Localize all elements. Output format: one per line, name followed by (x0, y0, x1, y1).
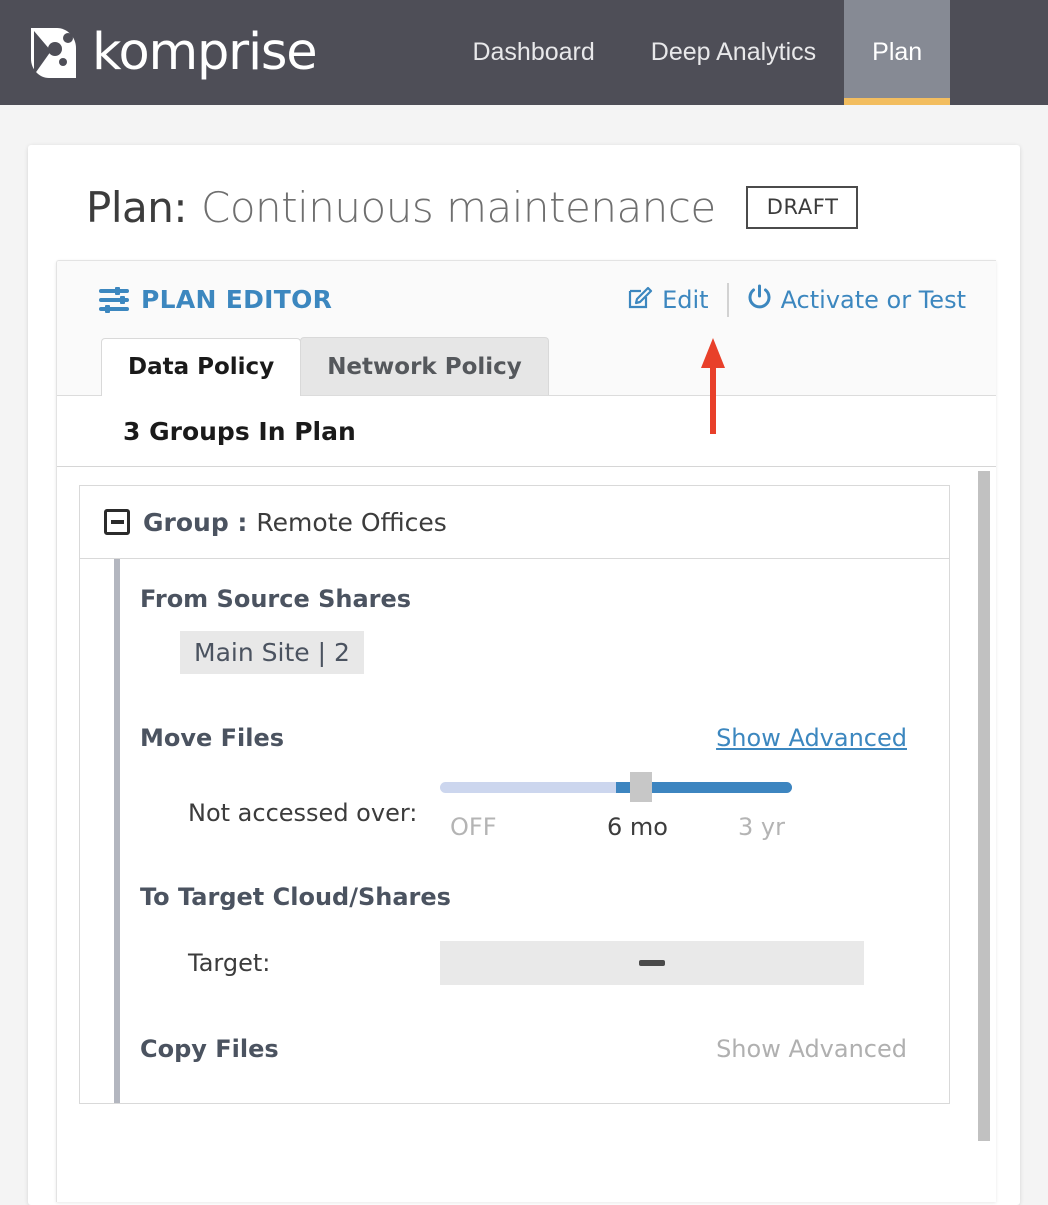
groups-count-label: 3 Groups In Plan (123, 416, 356, 446)
pencil-square-icon (628, 284, 653, 315)
nav-item-dashboard[interactable]: Dashboard (444, 0, 622, 105)
source-share-chip[interactable]: Main Site | 2 (180, 631, 364, 674)
slider-tick-value: 6 mo (607, 813, 668, 841)
nav-item-plan-label: Plan (872, 38, 923, 66)
groups-count-row: 3 Groups In Plan (57, 396, 996, 467)
section-source-shares: From Source Shares Main Site | 2 (80, 559, 949, 698)
group-name: Remote Offices (256, 507, 447, 537)
tab-network-policy[interactable]: Network Policy (300, 337, 549, 395)
nav-item-plan[interactable]: Plan (844, 0, 951, 105)
minus-square-icon[interactable] (104, 509, 130, 535)
scrollbar-thumb[interactable] (978, 471, 990, 1141)
vertical-scrollbar[interactable] (972, 467, 996, 1167)
group-label: Group : (143, 507, 248, 537)
target-empty-dash (639, 960, 665, 966)
target-cloud-shares-title: To Target Cloud/Shares (140, 883, 451, 911)
copy-files-show-advanced-link[interactable]: Show Advanced (716, 1035, 907, 1063)
not-accessed-over-label: Not accessed over: (188, 798, 418, 827)
group-body: From Source Shares Main Site | 2 Move Fi… (80, 559, 949, 1103)
section-move-files: Move Files Show Advanced Not accessed ov… (80, 698, 949, 1009)
policy-tabs: Data Policy Network Policy (57, 337, 996, 396)
target-select[interactable] (440, 941, 864, 985)
page-title-plan-name: Continuous maintenance (201, 183, 716, 232)
target-label: Target: (188, 949, 271, 977)
nav-item-deep-analytics-label: Deep Analytics (650, 38, 817, 66)
target-row: Target: (140, 941, 949, 985)
slider-tick-max: 3 yr (738, 813, 785, 841)
group-panel: Group : Remote Offices From Source Share… (79, 485, 950, 1104)
slider-tick-labels: OFF 6 mo 3 yr (440, 813, 792, 843)
plan-editor-actions: Edit Activate or Test (610, 282, 984, 317)
top-navigation-bar: komprise Dashboard Deep Analytics Plan (0, 0, 1048, 105)
section-copy-files: Copy Files Show Advanced (80, 1009, 949, 1103)
group-header: Group : Remote Offices (80, 486, 949, 559)
copy-files-title: Copy Files (140, 1035, 279, 1063)
plan-editor-title-group: PLAN EDITOR (99, 285, 332, 314)
nav-item-deep-analytics[interactable]: Deep Analytics (623, 0, 844, 105)
not-accessed-over-slider[interactable]: OFF 6 mo 3 yr (440, 772, 792, 843)
brand-logo[interactable]: komprise (27, 23, 318, 82)
groups-scroll-pane: Group : Remote Offices From Source Share… (57, 467, 996, 1167)
edit-button-label: Edit (662, 285, 709, 314)
source-shares-title: From Source Shares (140, 585, 412, 613)
plan-editor-card: PLAN EDITOR Edit Activate or Test Data P… (56, 260, 996, 1202)
slider-track[interactable] (440, 782, 792, 793)
move-files-show-advanced-link[interactable]: Show Advanced (716, 724, 907, 752)
power-icon (747, 284, 772, 315)
status-badge: DRAFT (745, 186, 858, 229)
edit-button[interactable]: Edit (610, 284, 726, 315)
tab-network-policy-label: Network Policy (327, 353, 522, 380)
plan-editor-title: PLAN EDITOR (141, 285, 333, 314)
activate-or-test-button[interactable]: Activate or Test (729, 284, 984, 315)
plan-editor-header: PLAN EDITOR Edit Activate or Test (57, 261, 996, 338)
slider-handle[interactable] (630, 772, 652, 802)
tab-data-policy-label: Data Policy (128, 354, 275, 380)
tab-data-policy[interactable]: Data Policy (101, 338, 302, 396)
brand-name: komprise (92, 23, 318, 82)
nav-item-dashboard-label: Dashboard (472, 38, 595, 66)
move-files-title: Move Files (140, 724, 285, 752)
activate-or-test-label: Activate or Test (780, 285, 966, 314)
komprise-k-logo-icon (27, 26, 81, 80)
not-accessed-over-row: Not accessed over: OFF 6 mo 3 yr (140, 772, 949, 843)
nav-links: Dashboard Deep Analytics Plan (444, 0, 951, 105)
page-title-prefix: Plan: (86, 183, 188, 232)
sliders-icon (99, 286, 129, 313)
page-title: Plan: Continuous maintenance DRAFT (28, 145, 1020, 232)
slider-tick-min: OFF (450, 813, 497, 841)
